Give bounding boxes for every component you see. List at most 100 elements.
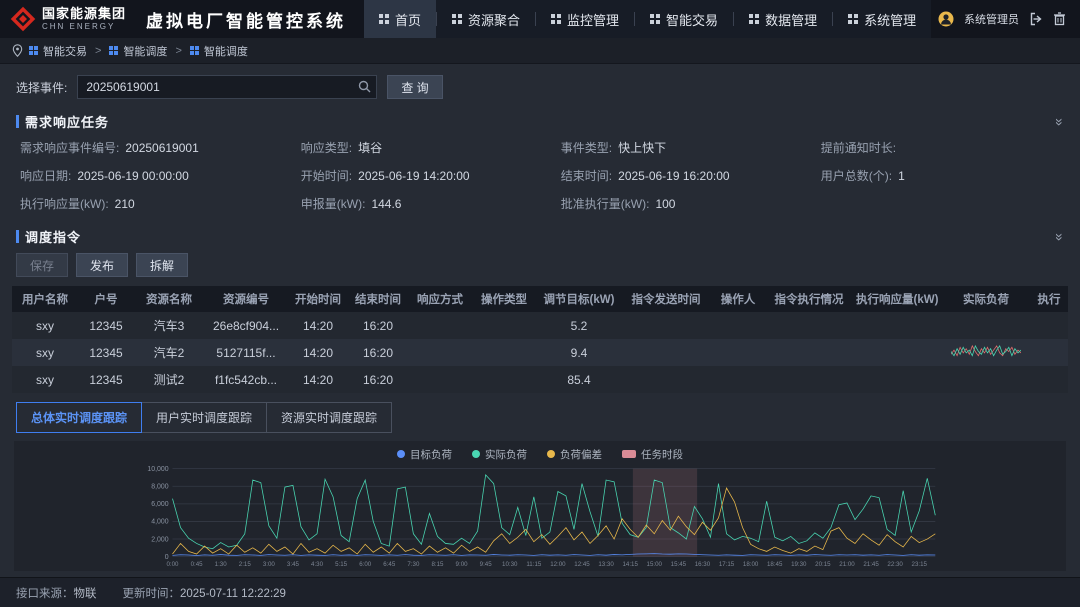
section-title: 调度指令	[25, 227, 81, 246]
nav-item-resource-aggregation[interactable]: 资源聚合	[437, 0, 535, 38]
brand-text: 国家能源集团 CHN ENERGY	[42, 7, 126, 30]
tab-user-realtime-tracking[interactable]: 用户实时调度跟踪	[141, 402, 267, 433]
svg-text:11:15: 11:15	[526, 561, 542, 568]
legend-item[interactable]: 目标负荷	[397, 447, 452, 462]
breadcrumb-item-smart-dispatch[interactable]: 智能调度	[109, 43, 167, 59]
nav-item-home[interactable]: 首页	[364, 0, 436, 38]
nav-item-smart-trading[interactable]: 智能交易	[635, 0, 733, 38]
table-cell	[710, 339, 766, 366]
field-response-type: 响应类型:填谷	[301, 139, 561, 156]
column-header[interactable]: 用户名称	[12, 286, 78, 312]
nav-item-data-management[interactable]: 数据管理	[734, 0, 832, 38]
trash-icon[interactable]	[1053, 12, 1066, 26]
table-cell: 16:20	[348, 366, 408, 393]
table-cell	[766, 312, 852, 339]
table-row[interactable]: sxy12345汽车25127115f...14:2016:209.4	[12, 339, 1068, 366]
logout-icon[interactable]	[1029, 12, 1043, 26]
column-header[interactable]: 操作类型	[472, 286, 536, 312]
user-area: 系统管理员	[938, 11, 1070, 27]
tracking-tabs: 总体实时调度跟踪 用户实时调度跟踪 资源实时调度跟踪	[12, 393, 1068, 433]
svg-text:15:00: 15:00	[647, 561, 663, 568]
grid-icon	[109, 46, 118, 55]
trade-icon	[650, 14, 660, 24]
breadcrumb-separator: >	[175, 45, 181, 57]
column-header[interactable]: 执行	[1030, 286, 1068, 312]
collapse-chevron-icon[interactable]: »	[1053, 233, 1067, 241]
column-header[interactable]: 指令执行情况	[766, 286, 852, 312]
dispatch-table: 用户名称户号资源名称资源编号开始时间结束时间响应方式操作类型调节目标(kW)指令…	[12, 286, 1068, 393]
nav-item-monitoring[interactable]: 监控管理	[536, 0, 634, 38]
table-cell: 16:20	[348, 312, 408, 339]
field-exec-response: 执行响应量(kW):210	[20, 195, 301, 212]
column-header[interactable]: 响应方式	[408, 286, 472, 312]
tab-overall-realtime-tracking[interactable]: 总体实时调度跟踪	[16, 402, 142, 433]
event-select-input[interactable]	[77, 75, 377, 99]
topbar: 国家能源集团 CHN ENERGY 虚拟电厂智能管控系统 首页 资源聚合 监控管…	[0, 0, 1080, 38]
event-select-label: 选择事件:	[16, 79, 67, 96]
breadcrumb: 智能交易 > 智能调度 > 智能调度	[0, 38, 1080, 64]
breadcrumb-item-smart-trading[interactable]: 智能交易	[29, 43, 87, 59]
legend-band-icon	[622, 450, 636, 458]
monitor-icon	[551, 14, 561, 24]
avatar[interactable]	[938, 11, 954, 27]
column-header[interactable]: 执行响应量(kW)	[852, 286, 942, 312]
breadcrumb-label: 智能调度	[123, 43, 167, 59]
column-header[interactable]: 指令发送时间	[622, 286, 710, 312]
column-header[interactable]: 操作人	[710, 286, 766, 312]
table-cell	[408, 366, 472, 393]
nav-label: 首页	[395, 10, 421, 29]
table-cell	[1030, 339, 1068, 366]
brand-name-en: CHN ENERGY	[42, 22, 126, 31]
field-start-time: 开始时间:2025-06-19 14:20:00	[301, 167, 561, 184]
column-header[interactable]: 户号	[78, 286, 134, 312]
table-row[interactable]: sxy12345测试2f1fc542cb...14:2016:2085.4	[12, 366, 1068, 393]
table-cell	[852, 312, 942, 339]
table-cell	[710, 366, 766, 393]
table-cell	[942, 366, 1030, 393]
demand-detail-grid: 需求响应事件编号:20250619001 响应类型:填谷 事件类型:快上快下 提…	[12, 135, 1068, 222]
nav-label: 数据管理	[765, 10, 817, 29]
publish-button[interactable]: 发布	[76, 253, 128, 277]
svg-text:12:45: 12:45	[574, 561, 590, 568]
svg-text:0: 0	[165, 554, 169, 561]
legend-item[interactable]: 实际负荷	[472, 447, 527, 462]
breadcrumb-item-smart-dispatch-current[interactable]: 智能调度	[190, 43, 248, 59]
field-user-total: 用户总数(个):1	[821, 167, 1060, 184]
nav-item-system-management[interactable]: 系统管理	[833, 0, 931, 38]
column-header[interactable]: 结束时间	[348, 286, 408, 312]
legend-item[interactable]: 负荷偏差	[547, 447, 602, 462]
table-cell: 85.4	[536, 366, 622, 393]
table-cell	[408, 339, 472, 366]
footer-update-value: 2025-07-11 12:22:29	[180, 588, 286, 600]
user-name[interactable]: 系统管理员	[964, 11, 1019, 27]
search-icon[interactable]	[358, 80, 371, 96]
brand: 国家能源集团 CHN ENERGY	[10, 6, 138, 32]
disassemble-button[interactable]: 拆解	[136, 253, 188, 277]
tab-resource-realtime-tracking[interactable]: 资源实时调度跟踪	[266, 402, 392, 433]
footer: 接口来源：物联 更新时间：2025-07-11 12:22:29	[0, 577, 1080, 607]
svg-text:8:15: 8:15	[431, 561, 444, 568]
brand-logo-icon	[10, 6, 36, 32]
column-header[interactable]: 资源名称	[134, 286, 204, 312]
collapse-chevron-icon[interactable]: »	[1053, 118, 1067, 126]
column-header[interactable]: 资源编号	[204, 286, 288, 312]
svg-text:14:15: 14:15	[622, 561, 638, 568]
svg-text:10:30: 10:30	[502, 561, 518, 568]
legend-dot-icon	[472, 450, 480, 458]
column-header[interactable]: 调节目标(kW)	[536, 286, 622, 312]
field-empty	[821, 195, 1060, 212]
table-cell: 汽车3	[134, 312, 204, 339]
table-cell	[1030, 366, 1068, 393]
save-button[interactable]: 保存	[16, 253, 68, 277]
brand-name-cn: 国家能源集团	[42, 7, 126, 21]
table-row[interactable]: sxy12345汽车326e8cf904...14:2016:205.2	[12, 312, 1068, 339]
table-cell: 12345	[78, 339, 134, 366]
table-header-row: 用户名称户号资源名称资源编号开始时间结束时间响应方式操作类型调节目标(kW)指令…	[12, 286, 1068, 312]
table-cell	[710, 312, 766, 339]
query-button[interactable]: 查 询	[387, 75, 442, 99]
load-tracking-chart: 02,0004,0006,0008,00010,0000:000:451:302…	[20, 464, 1060, 569]
column-header[interactable]: 实际负荷	[942, 286, 1030, 312]
column-header[interactable]: 开始时间	[288, 286, 348, 312]
svg-text:4,000: 4,000	[151, 519, 169, 526]
legend-item[interactable]: 任务时段	[622, 447, 683, 462]
